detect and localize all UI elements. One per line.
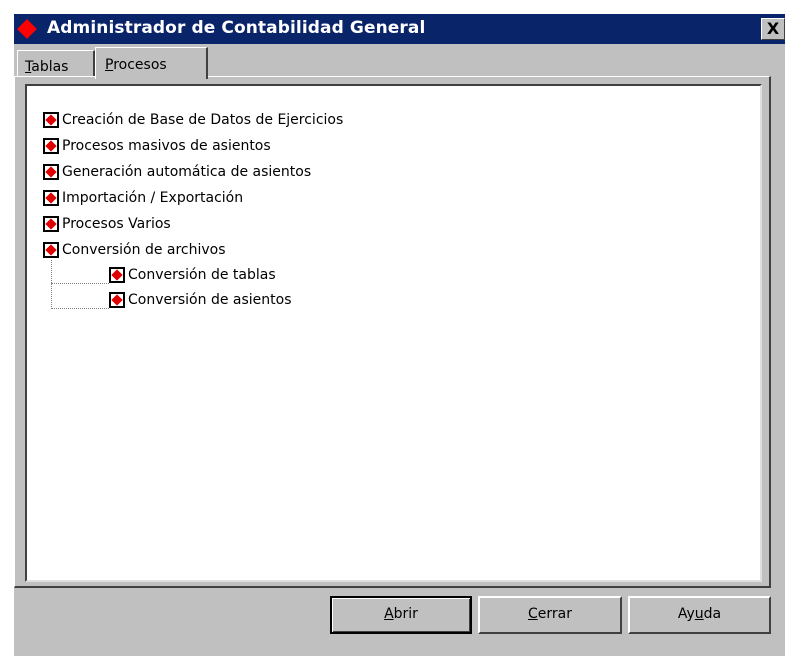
tree-item-label: Generación automática de asientos [62,164,312,180]
diamond-node-icon [43,138,59,154]
tree-item-label: Procesos Varios [62,216,171,232]
tab-tablas-label: ablas [31,59,69,75]
ayuda-button[interactable]: Ayuda [628,596,771,634]
window-title: Administrador de Contabilidad General [47,18,426,38]
tree-item-label: Conversión de tablas [128,267,276,283]
diamond-node-icon [109,292,125,308]
process-tree[interactable]: Creación de Base de Datos de Ejercicios … [25,84,762,582]
abrir-button[interactable]: Abrir [330,596,472,634]
tree-connector-branch [51,308,109,309]
abrir-accel: A [384,606,394,622]
ayuda-accel: u [694,606,704,622]
diamond-node-icon [43,216,59,232]
tree-item-label: Procesos masivos de asientos [62,138,271,154]
diamond-node-icon [43,190,59,206]
tree-connector-line [51,260,52,309]
tab-procesos[interactable]: Procesos [95,47,208,79]
ayuda-pre: Ay [677,606,695,622]
abrir-label: brir [393,606,418,622]
title-bar[interactable]: Administrador de Contabilidad General X [14,14,785,44]
ayuda-rest: da [703,606,722,622]
tab-procesos-label: rocesos [113,57,167,73]
tree-connector-branch [51,283,109,284]
app-diamond-icon [17,19,37,39]
cerrar-label: errar [537,606,572,622]
tree-item-label: Conversión de archivos [62,242,226,258]
tree-item-label: Importación / Exportación [62,190,244,206]
diamond-node-icon [43,164,59,180]
tree-item-label: Creación de Base de Datos de Ejercicios [62,112,344,128]
tab-procesos-accel: P [105,57,114,73]
close-button[interactable]: X [761,18,785,40]
tab-tablas[interactable]: Tablas [17,50,95,76]
cerrar-button[interactable]: Cerrar [478,596,622,634]
diamond-node-icon [43,112,59,128]
diamond-node-icon [109,267,125,283]
cerrar-accel: C [528,606,538,622]
tree-item-label: Conversión de asientos [128,292,292,308]
diamond-node-icon [43,242,59,258]
